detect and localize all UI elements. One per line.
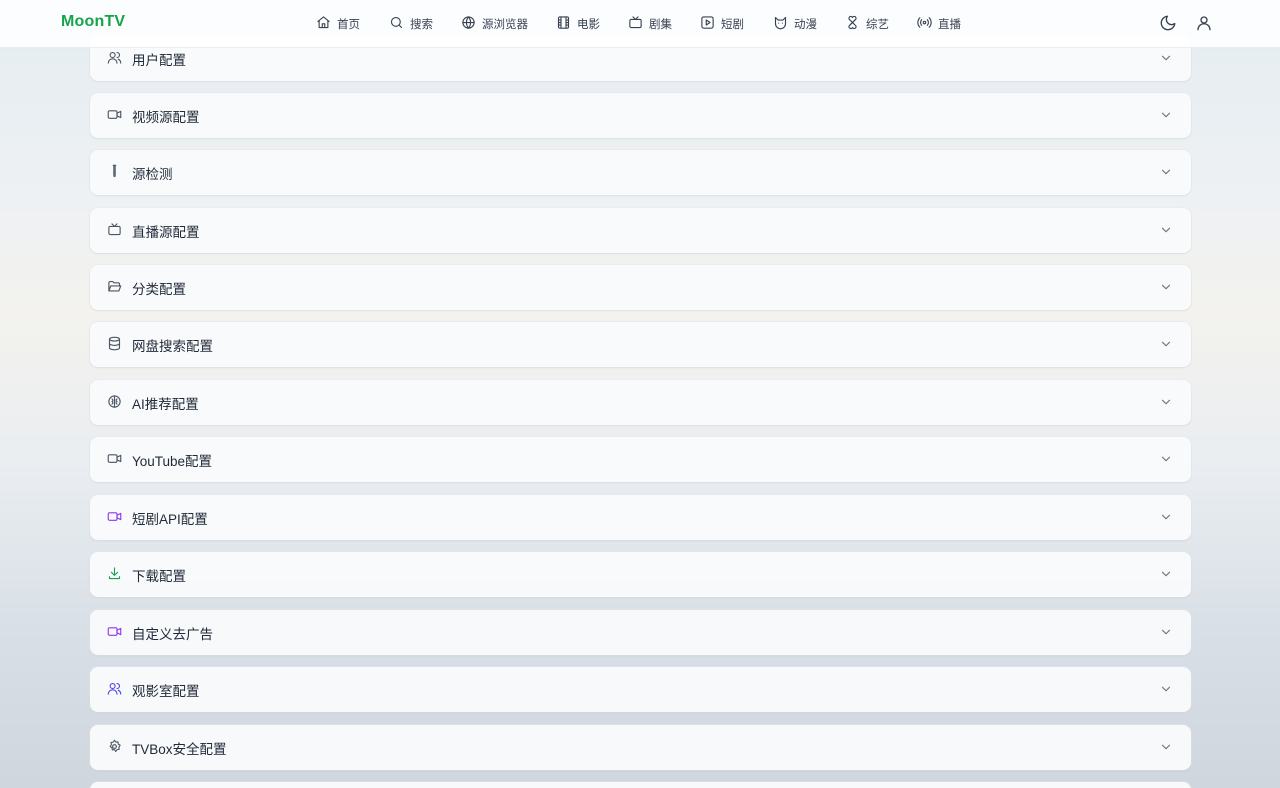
nav-label: 电影 (577, 19, 600, 31)
nav-item-live[interactable]: 直播 (917, 14, 961, 34)
top-navigation-bar: MoonTV 首页 搜索 源浏览器 电影 剧集 短剧 动漫 综艺 直播 (0, 0, 1280, 48)
panel-watch-room-config[interactable]: 观影室配置 (90, 667, 1191, 712)
chevron-down-icon (1159, 682, 1173, 696)
cat-icon (773, 15, 788, 33)
panel-title: 短剧API配置 (132, 512, 208, 527)
nav-item-home[interactable]: 首页 (316, 14, 360, 34)
panel-title: 自定义去广告 (132, 627, 213, 642)
nav-item-source-browser[interactable]: 源浏览器 (461, 14, 528, 34)
panel-title: 观影室配置 (132, 684, 200, 699)
nav-label: 综艺 (866, 19, 889, 31)
panel-download-config[interactable]: 下载配置 (90, 552, 1191, 597)
chevron-down-icon (1159, 337, 1173, 351)
radio-icon (917, 15, 932, 33)
panel-netdisk-search-config[interactable]: 网盘搜索配置 (90, 322, 1191, 367)
search-icon (389, 15, 404, 33)
panel-title: AI推荐配置 (132, 397, 199, 412)
nav-label: 剧集 (649, 19, 672, 31)
folder-open-icon (107, 279, 124, 296)
chevron-down-icon (1159, 223, 1173, 237)
tv-icon (628, 15, 643, 33)
brain-icon (107, 394, 124, 411)
panel-custom-ad-block[interactable]: 自定义去广告 (90, 610, 1191, 655)
panel-youtube-config[interactable]: YouTube配置 (90, 437, 1191, 482)
chevron-down-icon (1159, 51, 1173, 65)
panel-title: YouTube配置 (132, 454, 213, 469)
video-icon (107, 107, 124, 124)
chevron-down-icon (1159, 740, 1173, 754)
chevron-down-icon (1159, 452, 1173, 466)
user-menu-button[interactable] (1195, 14, 1215, 34)
chevron-down-icon (1159, 108, 1173, 122)
database-icon (107, 336, 124, 353)
tv-icon (107, 222, 124, 239)
theme-toggle-button[interactable] (1159, 14, 1179, 34)
moon-icon (1159, 15, 1177, 36)
chevron-down-icon (1159, 165, 1173, 179)
chevron-down-icon (1159, 280, 1173, 294)
panel-title: 分类配置 (132, 282, 186, 297)
panel-title: TVBox安全配置 (132, 742, 227, 757)
nav-item-shorts[interactable]: 短剧 (700, 14, 744, 34)
panel-title: 下载配置 (132, 569, 186, 584)
panel-tvbox-security-config[interactable]: TVBox安全配置 (90, 725, 1191, 770)
clover-icon (845, 15, 860, 33)
nav-item-variety[interactable]: 综艺 (845, 14, 889, 34)
nav-label: 首页 (337, 19, 360, 31)
video-icon (107, 509, 124, 526)
nav-label: 短剧 (721, 19, 744, 31)
globe-icon (461, 15, 476, 33)
nav-item-anime[interactable]: 动漫 (773, 14, 817, 34)
panel-live-source-config[interactable]: 直播源配置 (90, 208, 1191, 253)
nav-item-search[interactable]: 搜索 (389, 14, 433, 34)
nav-label: 搜索 (410, 19, 433, 31)
panel-ai-recommend-config[interactable]: AI推荐配置 (90, 380, 1191, 425)
chevron-down-icon (1159, 625, 1173, 639)
users-icon (107, 681, 124, 698)
panel-title: 网盘搜索配置 (132, 339, 213, 354)
nav-label: 直播 (938, 19, 961, 31)
settings-icon (107, 739, 124, 756)
film-icon (556, 15, 571, 33)
chevron-down-icon (1159, 567, 1173, 581)
nav-item-series[interactable]: 剧集 (628, 14, 672, 34)
nav-item-movies[interactable]: 电影 (556, 14, 600, 34)
panel-title: 源检测 (132, 167, 173, 182)
play-square-icon (700, 15, 715, 33)
nav-label: 动漫 (794, 19, 817, 31)
panel-title: 直播源配置 (132, 225, 200, 240)
panel-title: 用户配置 (132, 53, 186, 68)
panel-source-check[interactable]: 源检测 (90, 150, 1191, 195)
nav-label: 源浏览器 (482, 19, 528, 31)
panel-short-drama-api-config[interactable]: 短剧API配置 (90, 495, 1191, 540)
panel-title: 视频源配置 (132, 110, 200, 125)
panel-partial[interactable] (90, 782, 1191, 788)
user-icon (1195, 16, 1213, 36)
chevron-down-icon (1159, 510, 1173, 524)
download-icon (107, 566, 124, 583)
panel-video-source-config[interactable]: 视频源配置 (90, 93, 1191, 138)
video-icon (107, 451, 124, 468)
users-icon (107, 50, 124, 67)
test-tube-icon (107, 164, 124, 181)
video-icon (107, 624, 124, 641)
brand-logo[interactable]: MoonTV (61, 13, 125, 31)
chevron-down-icon (1159, 395, 1173, 409)
panel-category-config[interactable]: 分类配置 (90, 265, 1191, 310)
home-icon (316, 15, 331, 33)
